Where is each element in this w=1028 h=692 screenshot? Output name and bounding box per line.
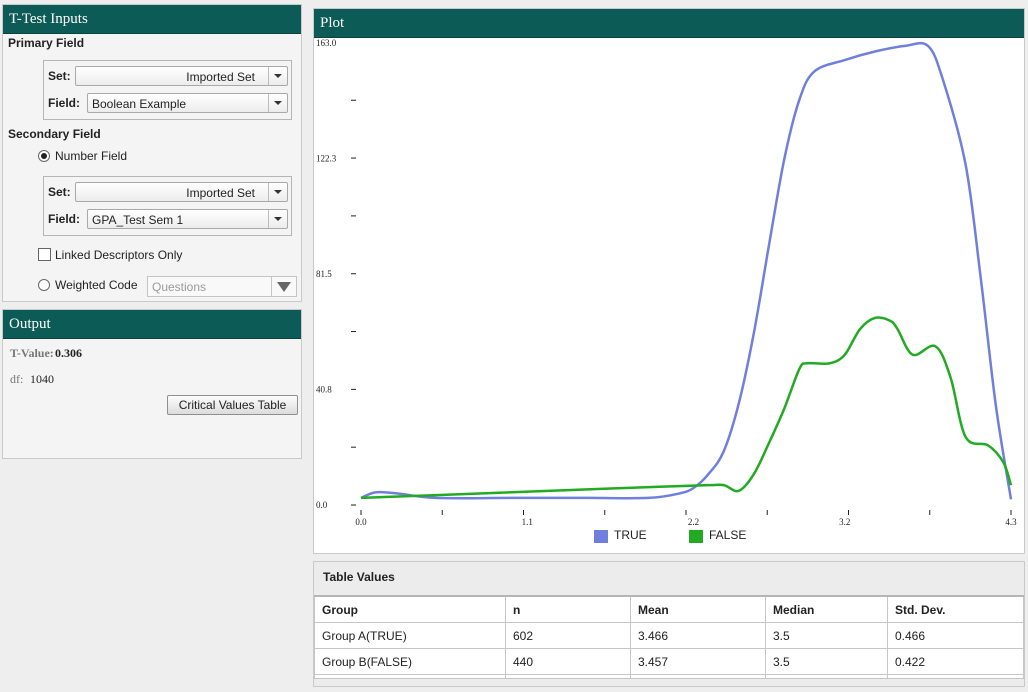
chevron-down-icon[interactable] [271, 277, 296, 296]
secondary-field-dropdown[interactable]: GPA_Test Sem 1 [87, 209, 288, 229]
primary-field-dropdown[interactable]: Boolean Example [87, 93, 288, 113]
linked-descriptors-label: Linked Descriptors Only [55, 248, 183, 262]
table-cell: 440 [505, 648, 631, 675]
x-tick-label: 0.0 [355, 517, 367, 527]
table-header-cell: n [505, 595, 631, 623]
output-panel: Output T-Value: 0.306 df: 1040 Critical … [2, 309, 302, 459]
primary-field-label: Primary Field [8, 36, 85, 50]
secondary-set-value: Imported Set [186, 186, 255, 200]
weighted-code-label: Weighted Code [55, 278, 138, 292]
table-header-cell: Group [314, 595, 506, 623]
critical-values-button[interactable]: Critical Values Table [167, 395, 298, 415]
table-header-cell: Std. Dev. [887, 595, 1024, 623]
table-values-panel: Table Values Group n Mean Median Std. De… [313, 561, 1025, 687]
primary-set-dropdown[interactable]: Imported Set [75, 66, 288, 86]
table-cell: 3.457 [630, 648, 766, 675]
weighted-code-radio[interactable] [38, 279, 50, 291]
primary-field-row-label: Field: [48, 96, 80, 110]
table-cell [765, 674, 888, 679]
series-line-false [360, 316, 1013, 500]
table-values: Group n Mean Median Std. Dev. Group A(TR… [314, 595, 1024, 679]
table-header-cell: Median [765, 595, 888, 623]
table-row [314, 674, 1024, 679]
table-cell: Group A(TRUE) [314, 622, 506, 649]
y-tick-label: 163.0 [316, 38, 337, 48]
secondary-field-row-label: Field: [48, 212, 80, 226]
legend-label-false: FALSE [709, 528, 746, 542]
table-row: Group A(TRUE) 602 3.466 3.5 0.466 [314, 622, 1024, 649]
secondary-set-label: Set: [48, 185, 71, 199]
chevron-down-icon[interactable] [268, 183, 287, 201]
table-cell: 0.422 [887, 648, 1024, 675]
plot-panel: Plot 0.0 40.8 81.5 122.3 163.0 0.0 1.1 2.2 3.2 4.… [313, 8, 1025, 554]
table-cell: Group B(FALSE) [314, 648, 506, 675]
table-cell [630, 674, 766, 679]
chevron-down-icon[interactable] [268, 67, 287, 85]
df-label: df: [10, 372, 24, 386]
table-values-title: Table Values [323, 570, 395, 584]
secondary-field-label: Secondary Field [8, 127, 101, 141]
primary-set-value: Imported Set [186, 70, 255, 84]
number-field-radio[interactable] [38, 150, 50, 162]
secondary-field-value: GPA_Test Sem 1 [92, 213, 184, 227]
legend-label-true: TRUE [614, 528, 647, 542]
secondary-field-group: Set: Imported Set Field: GPA_Test Sem 1 [43, 176, 292, 236]
weighted-code-placeholder: Questions [152, 280, 207, 294]
y-tick-label: 81.5 [316, 269, 332, 279]
series-line-true [360, 41, 1013, 500]
x-tick-label: 2.2 [688, 517, 699, 527]
y-tick-label: 40.8 [316, 384, 332, 394]
table-cell [314, 674, 506, 679]
weighted-code-dropdown[interactable]: Questions [147, 276, 297, 297]
table-cell [505, 674, 631, 679]
x-tick-label: 1.1 [522, 517, 533, 527]
table-cell: 602 [505, 622, 631, 649]
primary-field-group: Set: Imported Set Field: Boolean Example [43, 60, 292, 120]
legend-swatch-true [594, 530, 608, 543]
table-cell: 0.466 [887, 622, 1024, 649]
kde-plot: 0.0 40.8 81.5 122.3 163.0 0.0 1.1 2.2 3.2 4.3 TRUE… [316, 38, 1017, 543]
plot-title: Plot [314, 9, 1024, 38]
table-cell: 3.5 [765, 622, 888, 649]
x-tick-label: 4.3 [1005, 517, 1017, 527]
ttest-inputs-panel: T-Test Inputs Primary Field Set: Importe… [2, 4, 302, 302]
y-tick-label: 0.0 [316, 500, 328, 510]
primary-set-label: Set: [48, 69, 71, 83]
tvalue: 0.306 [55, 346, 82, 360]
df-value: 1040 [30, 372, 54, 386]
chevron-down-icon[interactable] [268, 94, 287, 112]
x-tick-label: 3.2 [839, 517, 850, 527]
table-header-row: Group n Mean Median Std. Dev. [314, 595, 1024, 623]
y-tick-label: 122.3 [316, 153, 337, 163]
legend-swatch-false [689, 530, 703, 543]
secondary-set-dropdown[interactable]: Imported Set [75, 182, 288, 202]
number-field-label: Number Field [55, 149, 128, 163]
table-header-cell: Mean [630, 595, 766, 623]
table-cell [887, 674, 1024, 679]
linked-descriptors-checkbox[interactable] [38, 248, 51, 261]
primary-field-value: Boolean Example [92, 97, 187, 111]
table-cell: 3.466 [630, 622, 766, 649]
tvalue-label: T-Value: [10, 346, 54, 360]
chevron-down-icon[interactable] [268, 210, 287, 228]
table-cell: 3.5 [765, 648, 888, 675]
ttest-inputs-title: T-Test Inputs [3, 5, 301, 34]
output-title: Output [3, 310, 301, 339]
table-row: Group B(FALSE) 440 3.457 3.5 0.422 [314, 648, 1024, 675]
